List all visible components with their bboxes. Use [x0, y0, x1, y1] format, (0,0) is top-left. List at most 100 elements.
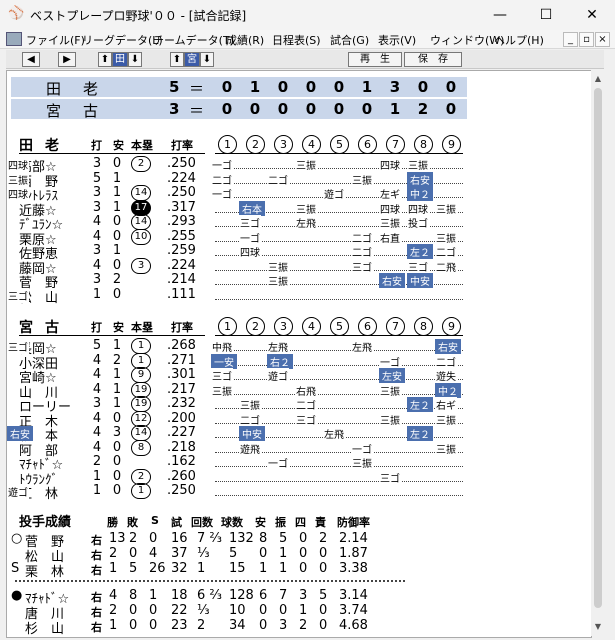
pitching-stat-ip: 1	[197, 561, 206, 576]
at-bats: 1	[92, 286, 102, 302]
inning-score: 0	[249, 100, 261, 118]
scrollbar-thumb[interactable]	[594, 88, 602, 608]
pitching-stat-er: 0	[319, 618, 328, 633]
mdi-restore-button[interactable]: ▫	[579, 32, 594, 47]
score-team-name: 宮古	[46, 102, 121, 120]
minimize-button[interactable]: —	[477, 0, 523, 30]
batting-average: .250	[167, 483, 196, 498]
at-bats: 3	[92, 243, 102, 258]
inning-number-badge: 9	[442, 135, 461, 154]
score-equals: ＝	[189, 102, 205, 120]
save-button[interactable]: 保 存	[404, 52, 462, 67]
score-total-runs: 3	[169, 100, 180, 118]
pitching-stat-k: 5	[279, 531, 288, 546]
batting-average: .268	[167, 338, 196, 353]
at-bats: 4	[92, 352, 102, 368]
hits: 1	[112, 243, 122, 258]
menu-league-data[interactable]: リーグデータ(L)	[82, 32, 163, 48]
batting-average: .217	[167, 381, 196, 397]
pitching-stat-g: 16	[171, 531, 188, 546]
throwing-hand: 右	[91, 621, 102, 634]
at-bats: 4	[92, 439, 102, 455]
team2-button[interactable]: 宮	[184, 52, 200, 67]
vertical-scrollbar[interactable]: ▲ ▼	[591, 70, 605, 636]
team1-down-button[interactable]: ⬇	[128, 52, 142, 67]
scroll-up-arrow-icon[interactable]: ▲	[591, 72, 605, 86]
pitching-stat-l: 0	[129, 618, 138, 633]
batting-average: .259	[167, 243, 196, 258]
mdi-close-button[interactable]: ×	[595, 32, 610, 47]
inning-number-badge: 8	[414, 317, 433, 336]
inning-number-badge: 4	[302, 317, 321, 336]
pitching-stat-bb: 2	[299, 618, 308, 633]
result-line	[215, 454, 463, 467]
menu-game[interactable]: 試合(G)	[330, 32, 369, 48]
batting-average: .260	[167, 468, 196, 484]
menu-file[interactable]: ファイル(F)	[26, 32, 85, 48]
pitching-stat-s: 0	[149, 618, 158, 633]
team2-down-button[interactable]: ⬇	[200, 52, 214, 67]
hits: 0	[112, 483, 122, 498]
menu-schedule[interactable]: 日程表(S)	[272, 32, 321, 48]
mdi-minimize-button[interactable]: _	[563, 32, 578, 47]
inning-number-badge: 1	[218, 317, 237, 336]
inning-number-badge: 5	[330, 317, 349, 336]
home-run-count: 1	[131, 483, 151, 499]
maximize-button[interactable]: ☐	[523, 0, 569, 30]
at-bats: 4	[92, 367, 102, 382]
hits: 0	[112, 257, 122, 273]
team1-button[interactable]: 田	[112, 52, 128, 67]
pitching-stat-g: 23	[171, 618, 188, 633]
pitching-header: S	[151, 514, 159, 527]
pitching-stat-s: 1	[149, 588, 158, 603]
batting-average: .255	[167, 228, 196, 244]
pitching-stat-bb: 0	[299, 531, 308, 546]
menu-view[interactable]: 表示(V)	[378, 32, 416, 48]
hits: 1	[112, 338, 122, 353]
menu-help[interactable]: ヘルプ(H)	[494, 32, 544, 48]
menu-team-data[interactable]: チームデータ(T)	[153, 32, 234, 48]
batting-average: .301	[167, 367, 196, 382]
header-at-bats: 打	[91, 139, 102, 152]
at-bats: 4	[92, 257, 102, 273]
divider	[19, 335, 205, 336]
menu-records[interactable]: 成績(R)	[226, 32, 264, 48]
hits: 0	[112, 228, 122, 244]
at-bats: 4	[92, 410, 102, 426]
pitching-stat-s: 26	[149, 561, 166, 576]
pitching-header: 勝	[107, 516, 118, 529]
team2-up-button[interactable]: ⬆	[170, 52, 184, 67]
pitching-stat-w: 4	[109, 588, 118, 603]
pitcher-name[interactable]: 杉 山	[25, 618, 64, 637]
pitcher-name[interactable]: 栗 林	[25, 561, 64, 580]
pitching-stat-era: 3.74	[339, 603, 368, 618]
batting-average: .317	[167, 199, 196, 215]
pitching-stat-k: 3	[279, 618, 288, 633]
pitching-stat-w: 13	[109, 531, 126, 546]
team1-up-button[interactable]: ⬆	[98, 52, 112, 67]
next-game-button[interactable]: ▶	[58, 52, 76, 67]
inning-score: 3	[389, 78, 401, 96]
pitching-stat-np: 5	[229, 546, 238, 561]
inning-number-badge: 7	[386, 317, 405, 336]
batting-average: .250	[167, 185, 196, 200]
scroll-down-arrow-icon[interactable]: ▼	[591, 620, 605, 634]
inning-score: 0	[277, 78, 289, 96]
hits: 0	[112, 156, 122, 171]
prev-game-button[interactable]: ◀	[22, 52, 40, 67]
pitching-stat-np: 34	[229, 618, 246, 633]
hits: 0	[112, 286, 122, 302]
pitching-stat-g: 18	[171, 588, 188, 603]
title-bar: ⚾ ベストプレープロ野球'００ - [試合記録] — ☐ ✕	[0, 0, 615, 30]
inning-number-badge: 6	[358, 135, 377, 154]
close-button[interactable]: ✕	[569, 0, 615, 30]
batting-team-miyako: 宮古	[19, 320, 71, 336]
batting-team-tarou: 田老	[19, 138, 71, 154]
menu-bar: ファイル(F) リーグデータ(L) チームデータ(T) 成績(R) 日程表(S)…	[0, 30, 615, 49]
replay-button[interactable]: 再 生	[348, 52, 402, 67]
hits: 1	[112, 185, 122, 200]
pitching-stat-bb: 3	[299, 588, 308, 603]
hits: 1	[112, 396, 122, 411]
document-icon[interactable]	[6, 32, 22, 46]
at-bats: 4	[92, 425, 102, 440]
